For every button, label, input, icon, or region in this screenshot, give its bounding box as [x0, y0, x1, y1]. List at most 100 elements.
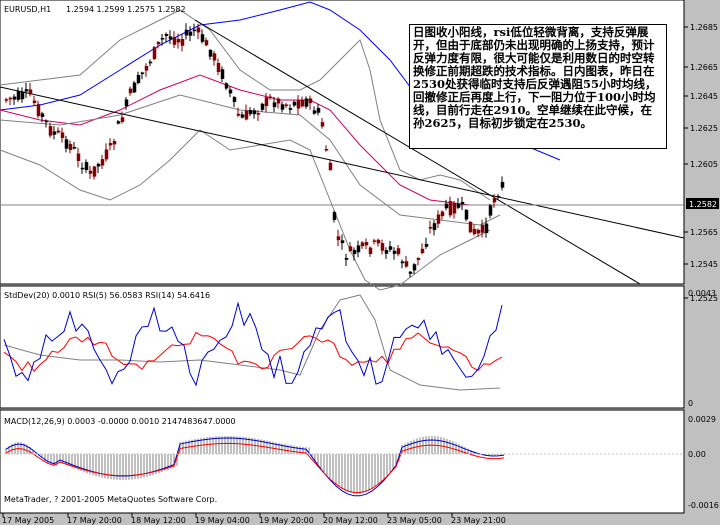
time-axis-label: 17 May 20:00 — [67, 516, 122, 525]
candle-body — [268, 96, 273, 99]
candle-body — [296, 100, 301, 109]
price-axis-label: 1.2545 — [690, 260, 718, 269]
candle-body — [312, 110, 317, 114]
candle-body — [20, 91, 25, 100]
candle-body — [180, 39, 185, 46]
time-axis-label: 23 May 05:00 — [387, 516, 442, 525]
candle-body — [484, 223, 489, 234]
candle-body — [220, 69, 225, 79]
candle-body — [496, 195, 501, 198]
candle-body — [140, 72, 145, 75]
candle-body — [380, 243, 385, 251]
candle-body — [236, 113, 241, 116]
macd-label: MACD(12,26,9) 0.0003 -0.0000 0.0010 2147… — [4, 417, 236, 426]
candle-body — [424, 243, 429, 247]
candle-body — [196, 27, 201, 33]
candle-body — [336, 236, 341, 241]
candle-body — [372, 240, 377, 242]
candle-body — [16, 91, 21, 100]
candle-body — [136, 74, 141, 83]
candle-body — [80, 167, 85, 170]
candle-body — [216, 63, 221, 72]
candle-body — [320, 122, 325, 127]
candle-body — [300, 100, 305, 107]
candle-body — [232, 97, 237, 102]
candle-body — [176, 39, 181, 43]
candle-body — [200, 34, 205, 42]
candle-body — [460, 201, 465, 205]
ind1-axis-top: 0.0043 — [688, 289, 716, 298]
candle-body — [112, 140, 117, 145]
candle-body — [96, 163, 101, 167]
candle-body — [324, 148, 329, 151]
candle-body — [212, 53, 217, 61]
analysis-note: 日图收小阳线，rsi低位轻微背离，支持反弹展开，但由于底部仍未出现明确的上扬支持… — [409, 24, 667, 149]
indicator1-label: StdDev(20) 0.0010 RSI(5) 56.0583 RSI(14)… — [4, 291, 210, 300]
candle-body — [72, 147, 77, 149]
price-axis-label: 1.2565 — [690, 228, 718, 237]
time-axis-label: 20 May 12:00 — [323, 516, 378, 525]
candle-body — [12, 96, 17, 100]
candle-body — [456, 203, 461, 208]
candle-body — [28, 89, 33, 95]
candle-body — [120, 117, 125, 122]
candle-body — [40, 113, 45, 117]
candle-body — [444, 203, 449, 209]
candle-body — [32, 100, 37, 103]
chart-window[interactable]: EURUSD,H1 1.2594 1.2599 1.2575 1.2582 St… — [0, 0, 720, 525]
candle-body — [356, 245, 361, 253]
candle-body — [36, 104, 41, 117]
ohlc-values: 1.2594 1.2599 1.2575 1.2582 — [66, 5, 186, 14]
candle-body — [352, 249, 357, 255]
candle-body — [332, 212, 337, 220]
time-axis-label: 19 May 20:00 — [259, 516, 314, 525]
candle-body — [416, 257, 421, 260]
macd-axis-zero: 0.00 — [688, 450, 706, 459]
candle-body — [84, 162, 89, 171]
price-axis-label: 1.2605 — [690, 160, 718, 169]
candle-body — [376, 239, 381, 244]
candle-body — [492, 198, 497, 203]
candle-body — [404, 261, 409, 267]
price-axis-label: 1.2665 — [690, 63, 718, 72]
candle-body — [4, 99, 9, 101]
candle-body — [420, 248, 425, 254]
candle-body — [64, 139, 69, 149]
candle-body — [52, 131, 57, 135]
candle-body — [48, 126, 53, 136]
ind1-axis-bottom: 0 — [688, 399, 693, 408]
candle-body — [24, 89, 29, 92]
candle-body — [364, 242, 369, 246]
candle-body — [384, 250, 389, 254]
candle-body — [124, 99, 129, 107]
candle-body — [144, 66, 149, 71]
candle-body — [448, 201, 453, 216]
macd-axis-top: 0.0029 — [688, 415, 716, 424]
candle-body — [44, 120, 49, 123]
candle-body — [276, 98, 281, 104]
candle-body — [436, 214, 441, 224]
candle-body — [264, 97, 269, 107]
candle-body — [188, 31, 193, 36]
candle-body — [256, 113, 261, 115]
candle-body — [340, 240, 345, 244]
candle-body — [308, 98, 313, 104]
candle-body — [412, 264, 417, 271]
candle-body — [292, 101, 297, 106]
candle-body — [208, 49, 213, 57]
candle-body — [252, 110, 257, 115]
time-axis-label: 17 May 2005 — [2, 516, 54, 525]
candle-body — [156, 42, 161, 45]
candle-body — [428, 226, 433, 229]
candle-body — [348, 246, 353, 251]
symbol-timeframe: EURUSD,H1 — [4, 5, 51, 14]
candle-body — [440, 211, 445, 217]
indicator1-panel[interactable] — [0, 285, 685, 409]
candle-body — [316, 107, 321, 113]
candle-body — [100, 159, 105, 166]
candle-body — [56, 130, 61, 133]
candle-body — [480, 224, 485, 233]
candle-body — [108, 143, 113, 146]
candle-body — [360, 242, 365, 247]
copyright-text: MetaTrader, ? 2001-2005 MetaQuotes Softw… — [4, 495, 217, 504]
